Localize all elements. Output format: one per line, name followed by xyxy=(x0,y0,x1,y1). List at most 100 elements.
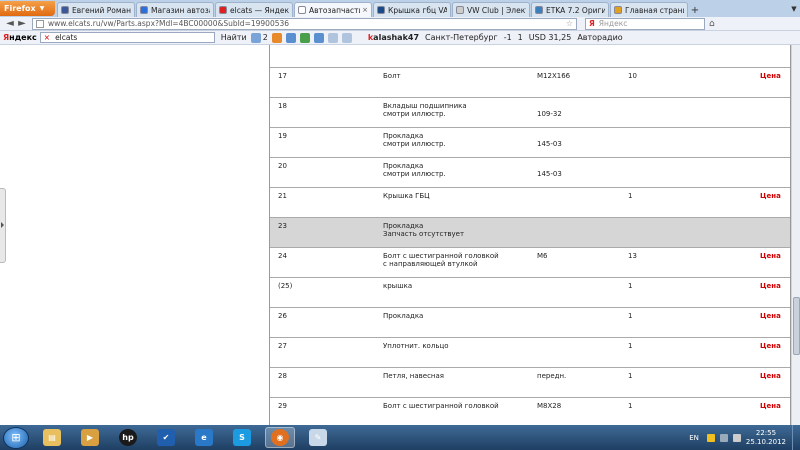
part-quantity: 1 xyxy=(628,342,633,350)
tab-list: Евгений Романенко Магазин автозапчаст... e… xyxy=(57,0,689,17)
table-row: 20 Прокладка смотри иллюстр. 145-03 xyxy=(270,157,790,187)
vertical-scrollbar[interactable] xyxy=(791,45,800,425)
price-link[interactable]: Цена xyxy=(760,252,781,260)
url-text: www.elcats.ru/vw/Parts.aspx?Mdl=4BC00000… xyxy=(48,19,290,28)
weather-value[interactable]: -1 xyxy=(504,33,512,42)
part-number: 28 xyxy=(278,372,287,380)
table-row: 17 Болт M12X166 10 Цена xyxy=(270,67,790,97)
toolbar-speech-icon[interactable] xyxy=(327,32,338,43)
close-icon[interactable]: × xyxy=(360,6,368,14)
tab-list-menu-icon[interactable]: ▼ xyxy=(788,5,800,13)
start-button[interactable]: ⊞ xyxy=(3,426,29,449)
part-quantity: 1 xyxy=(628,372,633,380)
part-number: 18 xyxy=(278,102,287,110)
internet-explorer-icon[interactable]: e xyxy=(189,427,219,448)
taskbar-apps: ▤ ▶ hp ✔ e S ◉ ✎ xyxy=(29,427,333,448)
skype-icon[interactable]: S xyxy=(227,427,257,448)
part-quantity: 10 xyxy=(628,72,637,80)
back-arrow-icon[interactable]: ◄ xyxy=(4,18,16,29)
tab-favicon-icon xyxy=(456,6,464,14)
tab-label: Евгений Романенко xyxy=(72,5,131,15)
browser-tab[interactable]: Магазин автозапчаст... xyxy=(136,2,214,17)
tray-network-icon[interactable] xyxy=(719,433,728,442)
browser-tab[interactable]: ETKA 7.2 Оригина... xyxy=(531,2,609,17)
tab-label: Магазин автозапчаст... xyxy=(151,5,210,15)
radio-label[interactable]: Авторадио xyxy=(577,33,622,42)
page-icon xyxy=(36,19,44,28)
part-name: Прокладка смотри иллюстр. xyxy=(383,132,446,148)
bookmarks-icon[interactable] xyxy=(271,32,282,43)
table-row: 23 Прокладка Запчасть отсутствует xyxy=(270,217,790,247)
windows-taskbar: ⊞ ▤ ▶ hp ✔ e S ◉ ✎ EN 22:55 25.10.2012 xyxy=(0,425,800,450)
media-player-icon[interactable]: ▶ xyxy=(75,427,105,448)
user-name-rest: alashak47 xyxy=(373,33,420,42)
search-bar[interactable]: Я Яндекс xyxy=(585,17,705,30)
explorer-icon[interactable]: ▤ xyxy=(37,427,67,448)
table-row: 19 Прокладка смотри иллюстр. 145-03 xyxy=(270,127,790,157)
tab-label: elcats — Яндекс: на... xyxy=(230,5,289,15)
tray-alert-icon[interactable] xyxy=(706,433,715,442)
part-spec: 145-03 xyxy=(537,140,562,148)
new-tab-button[interactable]: + xyxy=(689,4,701,17)
browser-tab[interactable]: Автозапчасти ...× xyxy=(294,2,372,17)
part-name: Болт с шестигранной головкой с направляю… xyxy=(383,252,499,268)
checkmark-app-icon[interactable]: ✔ xyxy=(151,427,181,448)
system-tray: EN 22:55 25.10.2012 xyxy=(689,425,800,450)
tab-label: ETKA 7.2 Оригина... xyxy=(546,5,605,15)
part-number: 23 xyxy=(278,222,287,230)
toolbar-check-icon[interactable] xyxy=(299,32,310,43)
browser-tab[interactable]: Крышка гбц VAG xyxy=(373,2,451,17)
price-link[interactable]: Цена xyxy=(760,372,781,380)
show-desktop-button[interactable] xyxy=(792,425,800,450)
city-label[interactable]: Санкт-Петербург xyxy=(425,33,498,42)
expand-arrow-icon xyxy=(1,222,4,228)
currency-rate[interactable]: USD 31,25 xyxy=(529,33,572,42)
part-number: 29 xyxy=(278,402,287,410)
price-link[interactable]: Цена xyxy=(760,282,781,290)
sidebar-handle[interactable] xyxy=(0,188,6,263)
clear-icon[interactable]: × xyxy=(44,33,50,42)
find-button[interactable]: Найти xyxy=(221,33,247,42)
tab-label: Автозапчасти ... xyxy=(309,5,361,15)
price-link[interactable]: Цена xyxy=(760,72,781,80)
price-link[interactable]: Цена xyxy=(760,402,781,410)
tab-label: Крышка гбц VAG xyxy=(388,5,447,15)
yandex-logo[interactable]: Яндекс xyxy=(3,33,37,42)
browser-tab[interactable]: Евгений Романенко xyxy=(57,2,135,17)
scrollbar-thumb[interactable] xyxy=(793,297,800,355)
firefox-menu-button[interactable]: Firefox ▼ xyxy=(0,1,55,16)
part-number: 26 xyxy=(278,312,287,320)
forward-arrow-icon[interactable]: ► xyxy=(16,18,28,29)
table-row: (16)Прокладка крышки головки блока3 отве… xyxy=(270,45,790,55)
tab-favicon-icon xyxy=(219,6,227,14)
table-row: 27 Уплотнит. кольцо 1 Цена xyxy=(270,337,790,367)
price-link[interactable]: Цена xyxy=(760,192,781,200)
tray-volume-icon[interactable] xyxy=(732,433,741,442)
mail-icon[interactable] xyxy=(250,32,261,43)
counter-value[interactable]: 1 xyxy=(518,33,523,42)
firefox-icon[interactable]: ◉ xyxy=(265,427,295,448)
yandex-search-icon: Я xyxy=(589,19,595,28)
price-link[interactable]: Цена xyxy=(760,342,781,350)
browser-tab[interactable]: elcats — Яндекс: на... xyxy=(215,2,293,17)
hp-icon[interactable]: hp xyxy=(113,427,143,448)
toolbar-tool-icon[interactable] xyxy=(285,32,296,43)
home-icon[interactable]: ⌂ xyxy=(709,19,715,29)
user-account[interactable]: kalashak47 xyxy=(368,33,419,42)
url-bar[interactable]: www.elcats.ru/vw/Parts.aspx?Mdl=4BC00000… xyxy=(32,17,577,30)
table-row: 29 Болт с шестигранной головкой M8X28 1 Цена xyxy=(270,397,790,425)
price-link[interactable]: Цена xyxy=(760,312,781,320)
yandex-search-input[interactable]: × elcats xyxy=(39,32,215,43)
browser-tab[interactable]: VW Club | Элект... xyxy=(452,2,530,17)
part-quantity: 13 xyxy=(628,252,637,260)
part-number: (25) xyxy=(278,282,293,290)
browser-tab[interactable]: Главная страница... xyxy=(610,2,688,17)
toolbar-translate-icon[interactable] xyxy=(313,32,324,43)
paint-icon[interactable]: ✎ xyxy=(303,427,333,448)
bookmark-star-icon[interactable]: ☆ xyxy=(566,19,573,28)
clock[interactable]: 22:55 25.10.2012 xyxy=(746,429,786,447)
clock-time: 22:55 xyxy=(755,428,777,437)
part-name: крышка xyxy=(383,282,413,290)
toolbar-extra-icon[interactable] xyxy=(341,32,352,43)
language-indicator[interactable]: EN xyxy=(689,434,699,442)
